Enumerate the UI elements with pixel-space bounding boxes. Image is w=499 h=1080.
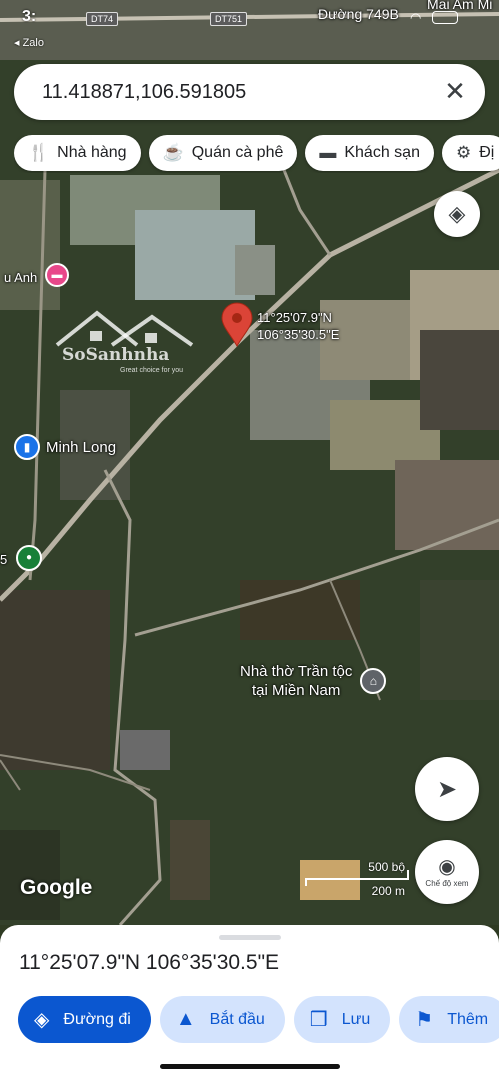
wifi-icon: ◠ (410, 10, 422, 25)
hotel-icon[interactable]: ▬ (45, 263, 69, 287)
add-label-button[interactable]: ⚑ Thêm (399, 996, 499, 1043)
restaurant-icon: 🍴 (28, 143, 50, 162)
bookmark-icon: ❒ (309, 1009, 328, 1031)
layers-button[interactable]: ◈ (434, 191, 480, 237)
road-badge: DT751 (210, 12, 248, 26)
home-indicator (160, 1064, 340, 1069)
hotel-icon: ▬ (319, 143, 337, 162)
gear-icon: ⚙ (455, 143, 472, 162)
sheet-drag-handle[interactable] (219, 935, 281, 940)
search-query[interactable]: 11.418871,106.591805 (42, 81, 246, 104)
navigation-arrow-icon: ➤ (436, 775, 458, 803)
bookmark-icon: ▮ (14, 434, 40, 460)
place-label: Mai Am Mi (427, 0, 493, 12)
navigation-icon: ▲ (175, 1008, 196, 1030)
save-button[interactable]: ❒ Lưu (293, 996, 391, 1043)
directions-button[interactable]: ◈ Đường đi (18, 996, 151, 1043)
google-logo: Google (20, 876, 93, 899)
coffee-icon: ☕ (162, 143, 184, 162)
chip-more[interactable]: ⚙ Đị (441, 135, 499, 171)
church-icon: ⌂ (360, 668, 387, 694)
place-label: u Anh (4, 270, 38, 285)
category-chips: 🍴 Nhà hàng ☕ Quán cà phê ▬ Khách sạn ⚙ Đị (14, 135, 499, 173)
chip-hotels[interactable]: ▬ Khách sạn (305, 135, 434, 171)
battery-icon (432, 11, 458, 24)
poi-minh-long[interactable]: ▮ Minh Long (14, 434, 116, 460)
place-label: 5 (0, 552, 8, 567)
status-bar: 3: ◂ Zalo ◠ (0, 0, 499, 49)
search-bar[interactable]: 11.418871,106.591805 ✕ (14, 64, 485, 120)
road-badge: DT74 (86, 12, 119, 26)
poi-church[interactable]: Nhà thờ Trần tộc tại Miền Nam ⌂ (240, 662, 387, 700)
chip-restaurants[interactable]: 🍴 Nhà hàng (14, 135, 141, 171)
flag-icon: ⚑ (415, 1009, 434, 1031)
map-view[interactable]: 3: ◂ Zalo ◠ DT751 DT74 Đường 749B Mai Am… (0, 0, 499, 925)
my-location-button[interactable]: ➤ (415, 757, 479, 821)
road-label: Đường 749B (318, 6, 399, 22)
street-view-button[interactable]: ◉ Chế độ xem (415, 840, 479, 904)
watermark-logo: SoSanhnha Great choice for you (52, 305, 202, 375)
place-title: 11°25'07.9"N 106°35'30.5"E (19, 951, 280, 974)
layers-icon: ◈ (448, 201, 466, 226)
action-buttons: ◈ Đường đi ▲ Bắt đầu ❒ Lưu ⚑ Thêm (18, 996, 499, 1044)
camera-icon: ◉ (438, 855, 456, 878)
place-bottom-sheet[interactable]: 11°25'07.9"N 106°35'30.5"E ◈ Đường đi ▲ Bắt… (0, 925, 499, 1080)
start-button[interactable]: ▲ Bắt đầu (159, 996, 285, 1043)
chip-coffee[interactable]: ☕ Quán cà phê (148, 135, 298, 171)
pin-coordinates-label: 11°25'07.9"N 106°35'30.5"E (257, 310, 340, 342)
back-to-app-link[interactable]: ◂ Zalo (14, 36, 44, 49)
directions-icon: ◈ (34, 1009, 50, 1031)
status-time: 3: (22, 8, 37, 25)
close-icon[interactable]: ✕ (439, 76, 471, 108)
place-marker-icon[interactable]: ● (16, 545, 42, 571)
scale-bar: 500 bộ 200 m (305, 860, 409, 900)
